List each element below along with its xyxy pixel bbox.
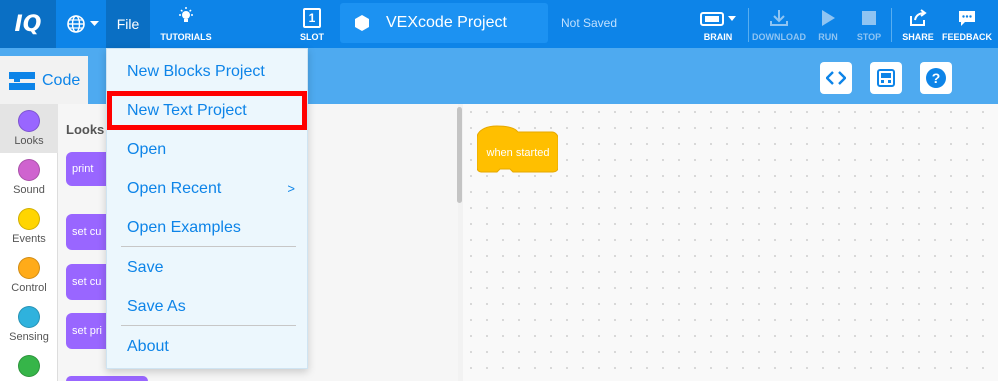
slot-number: 1	[303, 8, 321, 28]
block-label: set pri	[72, 325, 102, 337]
category-operators[interactable]	[0, 349, 58, 381]
help-icon: ?	[926, 68, 946, 88]
feedback-label: FEEDBACK	[941, 32, 992, 42]
slot-label: SLOT	[300, 32, 324, 42]
slot-button[interactable]: 1 SLOT	[296, 4, 328, 46]
download-label: DOWNLOAD	[752, 32, 806, 42]
play-icon	[822, 10, 835, 26]
devices-button[interactable]	[870, 62, 902, 94]
hat-block-label: when started	[486, 147, 550, 159]
menu-item-open-recent[interactable]: Open Recent >	[107, 169, 307, 208]
menu-item-new-text-project[interactable]: New Text Project	[107, 91, 307, 130]
project-name-field[interactable]: VEXcode Project	[340, 3, 548, 43]
tab-code[interactable]: Code	[0, 56, 88, 106]
block-label: print	[72, 163, 94, 175]
menu-item-save[interactable]: Save	[107, 248, 307, 287]
feedback-icon	[959, 11, 975, 26]
category-control[interactable]: Control	[0, 251, 58, 300]
brain-device-icon	[877, 69, 895, 87]
looks-block[interactable]	[66, 376, 148, 381]
code-tab-label: Code	[42, 72, 81, 89]
run-button[interactable]: RUN	[814, 4, 842, 46]
brain-label: BRAIN	[703, 32, 733, 42]
feedback-button[interactable]: FEEDBACK	[940, 4, 994, 46]
toolbar-divider	[748, 8, 749, 42]
category-label: Sound	[13, 184, 45, 196]
file-menu: New Blocks Project New Text Project Open…	[106, 48, 308, 369]
tutorials-button[interactable]: TUTORIALS	[158, 4, 214, 46]
category-label: Sensing	[9, 331, 49, 343]
menu-item-open[interactable]: Open	[107, 130, 307, 169]
menu-item-label: Open Recent	[127, 179, 222, 197]
palette-section-title: Looks	[66, 122, 105, 137]
category-looks[interactable]: Looks	[0, 104, 58, 153]
share-button[interactable]: SHARE	[901, 4, 935, 46]
globe-icon	[66, 15, 85, 33]
run-label: RUN	[818, 32, 838, 42]
language-button[interactable]	[58, 0, 106, 48]
stop-icon	[862, 11, 876, 25]
vex-iq-logo: IQ	[0, 0, 56, 48]
stop-label: STOP	[856, 32, 882, 42]
looks-color-dot	[18, 110, 40, 132]
share-icon	[910, 9, 927, 26]
menu-divider	[121, 325, 296, 326]
category-sound[interactable]: Sound	[0, 153, 58, 202]
sound-color-dot	[18, 159, 40, 181]
palette-scrollbar[interactable]	[457, 107, 462, 203]
sensing-color-dot	[18, 306, 40, 328]
menu-divider	[121, 246, 296, 247]
lightbulb-icon	[179, 7, 193, 22]
top-toolbar: IQ File TUTORIALS 1 SLOT VEXcode Project…	[0, 0, 998, 48]
brain-icon	[700, 12, 736, 26]
help-button[interactable]: ?	[920, 62, 952, 94]
category-label: Events	[12, 233, 46, 245]
operators-color-dot	[18, 355, 40, 377]
project-name: VEXcode Project	[386, 14, 507, 31]
code-blocks-icon	[9, 72, 35, 90]
when-started-block[interactable]: when started	[477, 124, 558, 173]
download-button[interactable]: DOWNLOAD	[750, 4, 808, 46]
download-icon	[770, 10, 788, 26]
menu-item-save-as[interactable]: Save As	[107, 287, 307, 326]
menu-item-open-examples[interactable]: Open Examples	[107, 208, 307, 247]
submenu-arrow-icon: >	[287, 181, 295, 196]
category-label: Looks	[14, 135, 44, 147]
hexagon-icon	[355, 15, 369, 31]
toolbar-divider	[891, 8, 892, 42]
menu-item-new-blocks-project[interactable]: New Blocks Project	[107, 52, 307, 91]
category-events[interactable]: Events	[0, 202, 58, 251]
svg-text:?: ?	[932, 70, 941, 86]
tutorials-label: TUTORIALS	[160, 32, 212, 42]
share-label: SHARE	[902, 32, 934, 42]
text-code-view-button[interactable]	[820, 62, 852, 94]
events-color-dot	[18, 208, 40, 230]
save-status: Not Saved	[561, 16, 618, 30]
category-label: Control	[11, 282, 47, 294]
code-brackets-icon	[826, 71, 846, 85]
stop-button[interactable]: STOP	[854, 4, 884, 46]
block-label: set cu	[72, 226, 102, 238]
menu-item-about[interactable]: About	[107, 327, 307, 366]
category-sensing[interactable]: Sensing	[0, 300, 58, 349]
file-menu-button[interactable]: File	[106, 0, 150, 48]
control-color-dot	[18, 257, 40, 279]
brain-button[interactable]: BRAIN	[694, 4, 742, 46]
category-list: Looks Sound Events Control Sensing	[0, 104, 58, 381]
block-label: set cu	[72, 276, 102, 288]
chevron-down-icon	[89, 21, 99, 26]
